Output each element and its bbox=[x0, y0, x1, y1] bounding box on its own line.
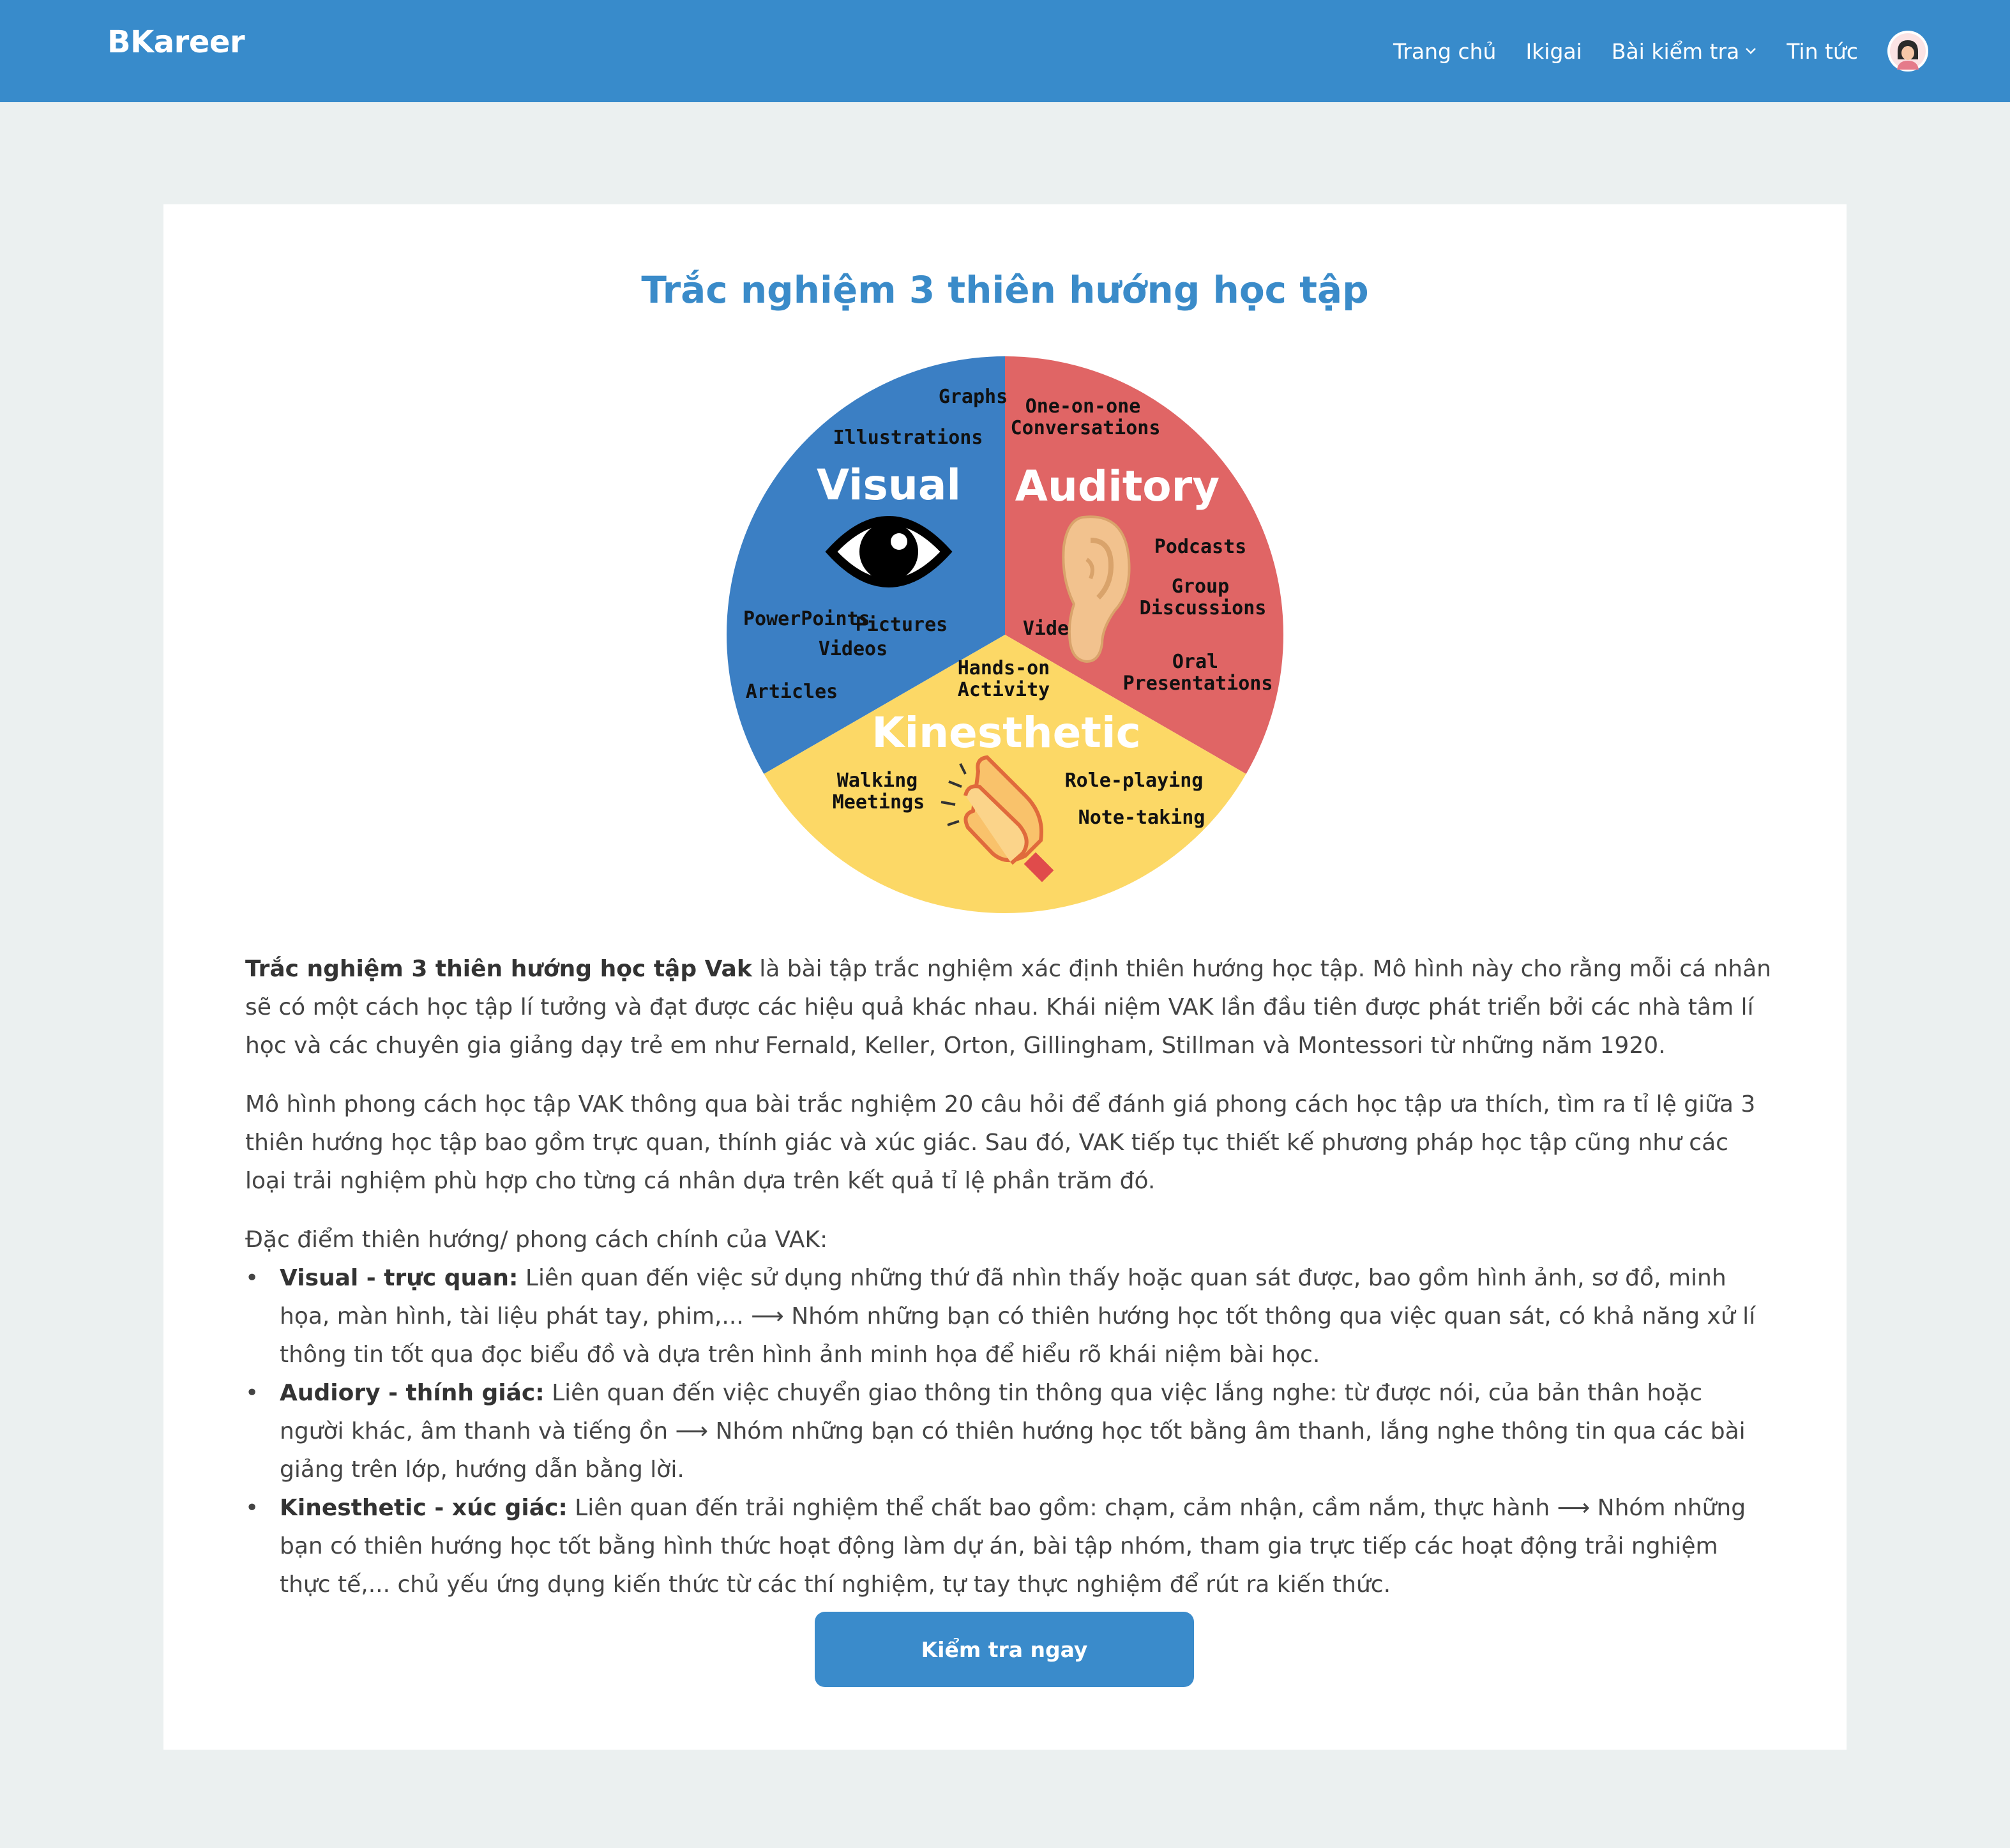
vak-model-text: Mô hình phong cách học tập VAK thông qua… bbox=[245, 1091, 1756, 1194]
nav-item-news[interactable]: Tin tức bbox=[1787, 39, 1858, 64]
auditory-item-conversations: Conversations bbox=[1011, 417, 1161, 439]
content-card: Trắc nghiệm 3 thiên hướng học tập Graphs… bbox=[163, 204, 1847, 1750]
kinesthetic-item-walking: Walking bbox=[837, 769, 918, 792]
auditory-item-one-on-one: One-on-one bbox=[1025, 395, 1141, 418]
nav-ikigai-label: Ikigai bbox=[1525, 38, 1582, 64]
intro-paragraph: Trắc nghiệm 3 thiên hướng học tập Vak là… bbox=[245, 950, 1771, 1065]
nav-item-tests[interactable]: Bài kiểm tra bbox=[1612, 39, 1757, 64]
kinesthetic-item-meetings: Meetings bbox=[833, 791, 925, 814]
auditory-item-presentations: Presentations bbox=[1123, 672, 1273, 695]
kinesthetic-item-role-playing: Role-playing bbox=[1065, 769, 1204, 792]
article-body: Trắc nghiệm 3 thiên hướng học tập Vak là… bbox=[245, 950, 1771, 1604]
auditory-item-podcasts: Podcasts bbox=[1154, 536, 1247, 558]
auditory-title: Auditory bbox=[1015, 462, 1220, 511]
visual-item-powerpoints: PowerPoints bbox=[743, 608, 870, 630]
auditory-item-group: Group bbox=[1172, 575, 1229, 598]
auditory-item-discussions: Discussions bbox=[1140, 597, 1267, 619]
list-item-kinesthetic-label: Kinesthetic - xúc giác: bbox=[280, 1495, 568, 1521]
vak-characteristics-list: Visual - trực quan: Liên quan đến việc s… bbox=[245, 1259, 1771, 1604]
vak-model-paragraph: Mô hình phong cách học tập VAK thông qua… bbox=[245, 1086, 1771, 1200]
visual-title: Visual bbox=[817, 460, 961, 510]
page-title: Trắc nghiệm 3 thiên hướng học tập bbox=[641, 268, 1369, 312]
list-item-auditory-label: Audiory - thính giác: bbox=[280, 1380, 545, 1406]
list-intro: Đặc điểm thiên hướng/ phong cách chính c… bbox=[245, 1227, 828, 1253]
nav-item-ikigai[interactable]: Ikigai bbox=[1525, 39, 1582, 64]
user-avatar-icon[interactable] bbox=[1887, 31, 1928, 72]
list-item-auditory: Audiory - thính giác: Liên quan đến việc… bbox=[245, 1374, 1771, 1489]
vak-diagram: Graphs Illustrations PowerPoints Picture… bbox=[726, 356, 1284, 914]
kinesthetic-item-activity: Activity bbox=[958, 679, 1050, 701]
list-item-visual-label: Visual - trực quan: bbox=[280, 1265, 518, 1291]
nav-home-label: Trang chủ bbox=[1393, 38, 1497, 64]
visual-item-videos: Videos bbox=[819, 638, 888, 660]
visual-item-pictures: Pictures bbox=[856, 614, 948, 636]
kinesthetic-title: Kinesthetic bbox=[872, 708, 1140, 757]
list-item-kinesthetic: Kinesthetic - xúc giác: Liên quan đến tr… bbox=[245, 1489, 1771, 1604]
intro-bold: Trắc nghiệm 3 thiên hướng học tập Vak bbox=[245, 956, 752, 982]
nav-news-label: Tin tức bbox=[1787, 38, 1858, 64]
visual-item-graphs: Graphs bbox=[939, 386, 1008, 408]
visual-item-illustrations: Illustrations bbox=[833, 427, 983, 449]
start-test-button[interactable]: Kiểm tra ngay bbox=[815, 1612, 1194, 1687]
visual-item-articles: Articles bbox=[746, 681, 838, 703]
nav-item-home[interactable]: Trang chủ bbox=[1393, 39, 1496, 64]
brand-logo[interactable]: BKareer bbox=[107, 24, 245, 60]
kinesthetic-item-note-taking: Note-taking bbox=[1078, 807, 1205, 829]
auditory-item-oral: Oral bbox=[1172, 651, 1218, 673]
main-nav: Trang chủ Ikigai Bài kiểm tra Tin tức bbox=[1393, 31, 1928, 72]
list-item-visual: Visual - trực quan: Liên quan đến việc s… bbox=[245, 1259, 1771, 1374]
chevron-down-icon bbox=[1744, 47, 1757, 56]
nav-tests-label: Bài kiểm tra bbox=[1611, 38, 1740, 64]
kinesthetic-item-hands-on: Hands-on bbox=[958, 657, 1050, 679]
top-navbar: BKareer Trang chủ Ikigai Bài kiểm tra Ti… bbox=[0, 0, 2010, 102]
